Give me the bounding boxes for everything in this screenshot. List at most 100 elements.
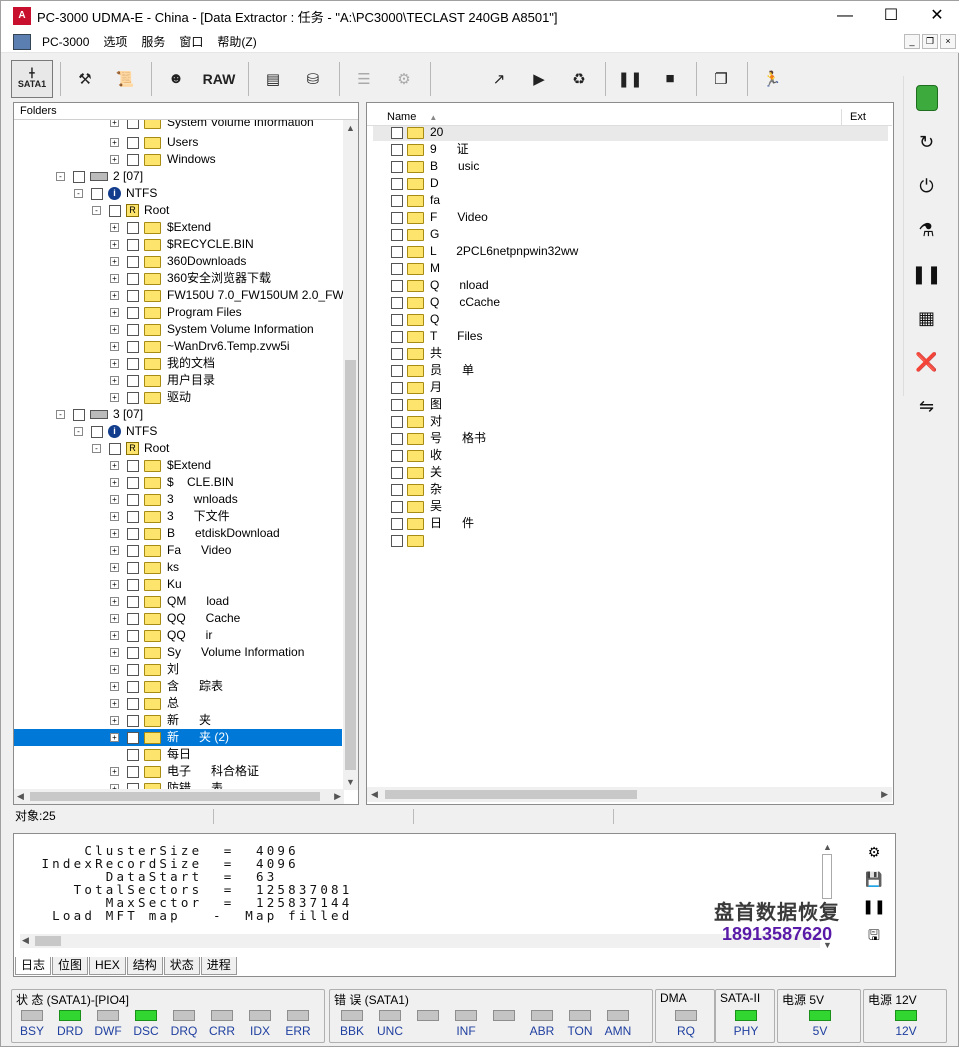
log-horizontal-scrollbar[interactable]: ◀ (20, 934, 820, 948)
list-item[interactable]: Q (373, 311, 888, 328)
node-checkbox[interactable] (127, 357, 139, 370)
expand-icon[interactable]: + (110, 240, 119, 249)
item-checkbox[interactable] (391, 364, 403, 377)
menu-service[interactable]: 服务 (134, 33, 172, 50)
item-checkbox[interactable] (391, 228, 403, 241)
tree-node[interactable]: + B etdiskDownload (110, 525, 280, 542)
item-checkbox[interactable] (391, 330, 403, 343)
tree-node[interactable]: 每日 (110, 746, 191, 763)
sata-port-button[interactable]: ╋ SATA1 (11, 59, 53, 98)
save-as-icon[interactable]: 🖫 (859, 925, 889, 952)
node-checkbox[interactable] (73, 408, 85, 421)
reset-icon[interactable]: ↻ (904, 120, 949, 164)
node-checkbox[interactable] (127, 714, 139, 727)
expand-icon[interactable]: + (110, 325, 119, 334)
node-checkbox[interactable] (127, 340, 139, 353)
node-checkbox[interactable] (127, 527, 139, 540)
scroll-left-icon[interactable]: ◀ (371, 789, 378, 800)
collapse-icon[interactable]: - (92, 206, 101, 215)
expand-icon[interactable]: + (110, 274, 119, 283)
list-item[interactable]: T Files (373, 328, 888, 345)
binoculars-icon[interactable]: ☻ (157, 60, 195, 98)
collapse-icon[interactable]: - (74, 189, 83, 198)
tree-node[interactable]: +360安全浏览器下载 (110, 270, 271, 287)
minimize-button[interactable]: — (822, 1, 868, 31)
list-horizontal-scrollbar[interactable]: ◀ ▶ (367, 787, 892, 802)
node-checkbox[interactable] (127, 120, 139, 129)
tree-node[interactable]: + 总 (110, 695, 179, 712)
scroll-icon[interactable]: 📜 (106, 60, 144, 98)
scroll-thumb[interactable] (345, 360, 356, 770)
expand-icon[interactable]: + (110, 257, 119, 266)
node-checkbox[interactable] (127, 612, 139, 625)
item-checkbox[interactable] (391, 126, 403, 139)
scroll-thumb[interactable] (30, 792, 320, 801)
flow-icon[interactable]: ♻ (560, 60, 598, 98)
expand-icon[interactable]: + (110, 716, 119, 725)
list-item[interactable]: 收 (373, 447, 888, 464)
stop-icon[interactable]: ■ (651, 60, 689, 98)
tree-node[interactable]: + $RECYCLE.BIN (110, 236, 254, 253)
expand-icon[interactable]: + (110, 138, 119, 147)
cable-icon[interactable]: ⇋ (904, 384, 949, 428)
list-item[interactable]: 日 件 (373, 515, 888, 532)
node-checkbox[interactable] (127, 238, 139, 251)
node-checkbox[interactable] (91, 425, 103, 438)
node-checkbox[interactable] (127, 391, 139, 404)
tree-node[interactable]: + Program Files (110, 304, 242, 321)
list-item[interactable]: 关 (373, 464, 888, 481)
node-checkbox[interactable] (127, 289, 139, 302)
tree-node[interactable]: - R Root (92, 440, 169, 457)
list-item[interactable]: 对 (373, 413, 888, 430)
list-item[interactable]: D (373, 175, 888, 192)
buffer-icon[interactable]: ▦ (904, 296, 949, 340)
expand-icon[interactable]: + (110, 648, 119, 657)
tree-node[interactable]: - 3 [07] (56, 406, 143, 423)
list-item[interactable]: 月 (373, 379, 888, 396)
item-checkbox[interactable] (391, 483, 403, 496)
tree-node[interactable]: + System Volume Information (110, 321, 314, 338)
node-checkbox[interactable] (127, 595, 139, 608)
list-item[interactable]: F Video (373, 209, 888, 226)
tree-node[interactable]: + 新 夹 (2) (14, 729, 342, 746)
expand-icon[interactable]: + (110, 376, 119, 385)
node-checkbox[interactable] (127, 748, 139, 761)
expand-icon[interactable] (110, 750, 119, 759)
exit-icon[interactable]: 🏃 (753, 60, 791, 98)
node-checkbox[interactable] (127, 221, 139, 234)
node-checkbox[interactable] (109, 204, 121, 217)
pause-icon[interactable]: ❚❚ (611, 60, 649, 98)
expand-icon[interactable]: + (110, 597, 119, 606)
list-item[interactable] (373, 532, 888, 549)
scroll-left-icon[interactable]: ◀ (17, 791, 24, 802)
tree-node[interactable]: + 用户目录 (110, 372, 215, 389)
node-checkbox[interactable] (127, 136, 139, 149)
scroll-left-icon[interactable]: ◀ (22, 935, 29, 946)
node-checkbox[interactable] (127, 272, 139, 285)
tree-node[interactable]: + 新 夹 (110, 712, 211, 729)
tree-node[interactable]: + QM load (110, 593, 229, 610)
tree-node[interactable]: - i NTFS (74, 185, 157, 202)
mdi-close-button[interactable]: × (940, 34, 956, 49)
list-item[interactable]: Q nload (373, 277, 888, 294)
node-checkbox[interactable] (91, 187, 103, 200)
node-checkbox[interactable] (127, 493, 139, 506)
node-checkbox[interactable] (127, 544, 139, 557)
tree-node[interactable]: - i NTFS (74, 423, 157, 440)
node-checkbox[interactable] (127, 663, 139, 676)
clear-icon[interactable]: ❌ (904, 340, 949, 384)
tree-node[interactable]: +3 wnloads (110, 491, 238, 508)
list-item[interactable]: B usic (373, 158, 888, 175)
expand-icon[interactable]: + (110, 767, 119, 776)
list-item[interactable]: M (373, 260, 888, 277)
tab-log[interactable]: 日志 (15, 957, 52, 975)
node-checkbox[interactable] (127, 731, 139, 744)
collapse-icon[interactable]: - (92, 444, 101, 453)
item-checkbox[interactable] (391, 262, 403, 275)
tree-node[interactable]: + Users (110, 134, 198, 151)
expand-icon[interactable]: + (110, 631, 119, 640)
item-checkbox[interactable] (391, 194, 403, 207)
tools-icon[interactable]: ⚒ (66, 60, 104, 98)
item-checkbox[interactable] (391, 534, 403, 547)
node-checkbox[interactable] (127, 510, 139, 523)
